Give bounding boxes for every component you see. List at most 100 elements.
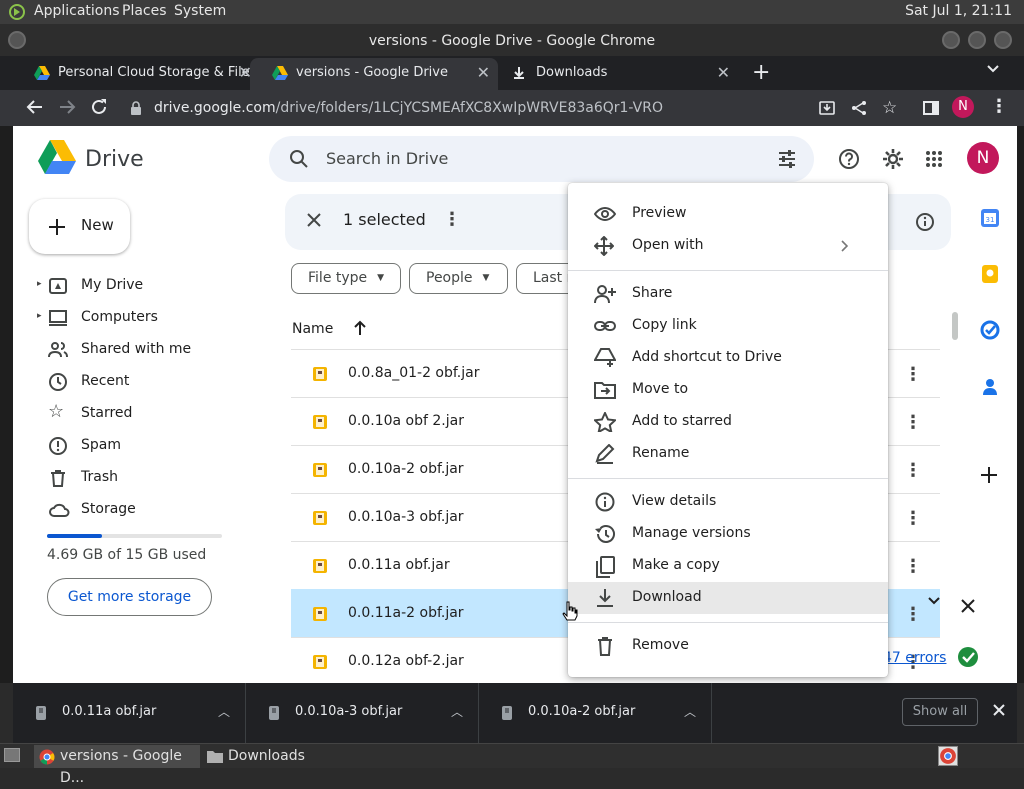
new-button[interactable]: New: [29, 199, 130, 254]
column-header-name[interactable]: Name: [292, 321, 333, 337]
account-avatar[interactable]: N: [967, 142, 999, 174]
filter-chip-people[interactable]: People ▼: [409, 263, 508, 294]
settings-gear-icon[interactable]: [881, 147, 905, 171]
menu-item-make-a-copy[interactable]: Make a copy: [568, 550, 888, 582]
help-icon[interactable]: [838, 148, 860, 170]
back-arrow-icon[interactable]: [26, 98, 44, 116]
google-apps-icon[interactable]: [925, 150, 943, 168]
address-bar[interactable]: drive.google.com/drive/folders/1LCjYCSME…: [120, 94, 820, 122]
download-item[interactable]: 0.0.10a-3 obf.jar ︿: [246, 683, 479, 743]
profile-avatar[interactable]: N: [952, 96, 974, 118]
window-maximize-button[interactable]: [968, 31, 986, 49]
menu-item-share[interactable]: Share: [568, 278, 888, 310]
get-addons-plus-icon[interactable]: [980, 466, 998, 484]
reload-icon[interactable]: [90, 98, 108, 116]
nav-item-computers[interactable]: ▸ Computers: [13, 302, 263, 334]
row-more-actions-icon[interactable]: ⋮: [904, 364, 922, 385]
os-clock[interactable]: Sat Jul 1, 21:11: [905, 3, 1012, 19]
selection-more-actions-icon[interactable]: ⋮: [443, 209, 461, 230]
row-more-actions-icon[interactable]: ⋮: [904, 508, 922, 529]
menu-item-preview[interactable]: Preview: [568, 198, 888, 230]
search-bar[interactable]: Search in Drive: [269, 136, 814, 182]
menu-item-view-details[interactable]: View details: [568, 486, 888, 518]
view-details-info-icon[interactable]: [915, 212, 935, 232]
nav-item-starred[interactable]: ☆ Starred: [13, 398, 263, 430]
google-drive-logo-icon[interactable]: [38, 140, 76, 174]
os-menu-applications[interactable]: Applications: [34, 3, 120, 19]
side-panel-icon[interactable]: [922, 99, 940, 117]
contacts-icon[interactable]: [980, 376, 1000, 396]
keep-icon[interactable]: [980, 264, 1000, 284]
expand-caret-icon[interactable]: ▸: [37, 279, 42, 289]
tab-downloads[interactable]: Downloads ✕: [490, 58, 738, 90]
show-desktop-icon[interactable]: [4, 748, 20, 762]
browser-menu-icon[interactable]: ⋮: [990, 96, 1008, 117]
sort-ascending-arrow-icon[interactable]: [353, 320, 367, 336]
menu-item-download[interactable]: Download: [568, 582, 888, 614]
menu-item-remove[interactable]: Remove: [568, 630, 888, 662]
os-menu-places[interactable]: Places: [122, 3, 167, 19]
menu-item-rename[interactable]: Rename: [568, 438, 888, 470]
share-icon[interactable]: [850, 99, 868, 117]
storage-usage-fill: [47, 534, 102, 538]
list-scrollbar-thumb[interactable]: [952, 312, 958, 340]
tab-close-icon[interactable]: ✕: [717, 58, 730, 88]
link-icon: [594, 316, 616, 336]
close-shelf-icon[interactable]: [993, 704, 1005, 716]
search-icon[interactable]: [289, 149, 309, 169]
download-item[interactable]: 0.0.11a obf.jar ︿: [13, 683, 246, 743]
window-titlebar[interactable]: versions - Google Drive - Google Chrome: [0, 24, 1024, 56]
window-close-button[interactable]: [994, 31, 1012, 49]
os-logo-icon[interactable]: [8, 3, 26, 21]
clear-selection-close-icon[interactable]: [307, 213, 321, 227]
nav-item-storage[interactable]: Storage: [13, 494, 263, 526]
row-more-actions-icon[interactable]: ⋮: [904, 556, 922, 577]
my-drive-icon: [48, 276, 68, 296]
download-options-chevron-icon[interactable]: ︿: [218, 703, 230, 720]
menu-item-add-shortcut-to-drive[interactable]: Add shortcut to Drive: [568, 342, 888, 374]
install-app-icon[interactable]: [818, 99, 836, 117]
menu-item-manage-versions[interactable]: Manage versions: [568, 518, 888, 550]
menu-item-move-to[interactable]: Move to: [568, 374, 888, 406]
row-more-actions-icon[interactable]: ⋮: [904, 460, 922, 481]
nav-item-trash[interactable]: Trash: [13, 462, 263, 494]
site-info-lock-icon[interactable]: [130, 101, 142, 115]
svg-text:31: 31: [986, 216, 995, 224]
taskbar-item-chrome[interactable]: versions - Google D...: [34, 745, 200, 786]
url-domain: drive.google.com: [154, 100, 276, 116]
window-minimize-button[interactable]: [942, 31, 960, 49]
tab-search-chevron-icon[interactable]: [986, 64, 1000, 74]
expand-caret-icon[interactable]: ▸: [37, 311, 42, 321]
nav-item-recent[interactable]: Recent: [13, 366, 263, 398]
people-icon: [48, 340, 68, 360]
downloads-shelf: 0.0.11a obf.jar ︿ 0.0.10a-3 obf.jar ︿ 0.0.10…: [13, 683, 1017, 743]
bookmark-star-icon[interactable]: ☆: [882, 98, 897, 118]
nav-item-my-drive[interactable]: ▸ My Drive: [13, 270, 263, 302]
os-menu-system[interactable]: System: [174, 3, 226, 19]
errors-link[interactable]: 47 errors: [883, 650, 946, 666]
row-more-actions-icon[interactable]: ⋮: [904, 604, 922, 625]
search-options-icon[interactable]: [777, 149, 797, 169]
window-menu-button[interactable]: [8, 31, 26, 49]
filter-chip-file-type[interactable]: File type ▼: [291, 263, 401, 294]
tab-close-icon[interactable]: ✕: [477, 58, 490, 88]
menu-item-copy-link[interactable]: Copy link: [568, 310, 888, 342]
show-all-downloads-button[interactable]: Show all: [902, 698, 978, 726]
download-options-chevron-icon[interactable]: ︿: [684, 703, 696, 720]
download-options-chevron-icon[interactable]: ︿: [451, 703, 463, 720]
new-tab-plus-icon[interactable]: +: [752, 60, 770, 85]
menu-item-add-to-starred[interactable]: Add to starred: [568, 406, 888, 438]
nav-item-shared-with-me[interactable]: Shared with me: [13, 334, 263, 366]
forward-arrow-icon[interactable]: [58, 98, 76, 116]
nav-item-spam[interactable]: Spam: [13, 430, 263, 462]
download-item[interactable]: 0.0.10a-2 obf.jar ︿: [479, 683, 712, 743]
taskbar-item-downloads[interactable]: Downloads: [202, 745, 352, 768]
collapse-chevron-icon[interactable]: [927, 596, 941, 606]
calendar-icon[interactable]: 31: [980, 208, 1000, 228]
get-more-storage-button[interactable]: Get more storage: [47, 578, 212, 616]
tab-personal-cloud-storage[interactable]: Personal Cloud Storage & File ✕: [12, 58, 260, 90]
tab-versions-google-drive[interactable]: versions - Google Drive ✕: [250, 58, 498, 90]
row-more-actions-icon[interactable]: ⋮: [904, 412, 922, 433]
tasks-icon[interactable]: [980, 320, 1000, 340]
tray-chrome-icon[interactable]: [938, 746, 958, 766]
